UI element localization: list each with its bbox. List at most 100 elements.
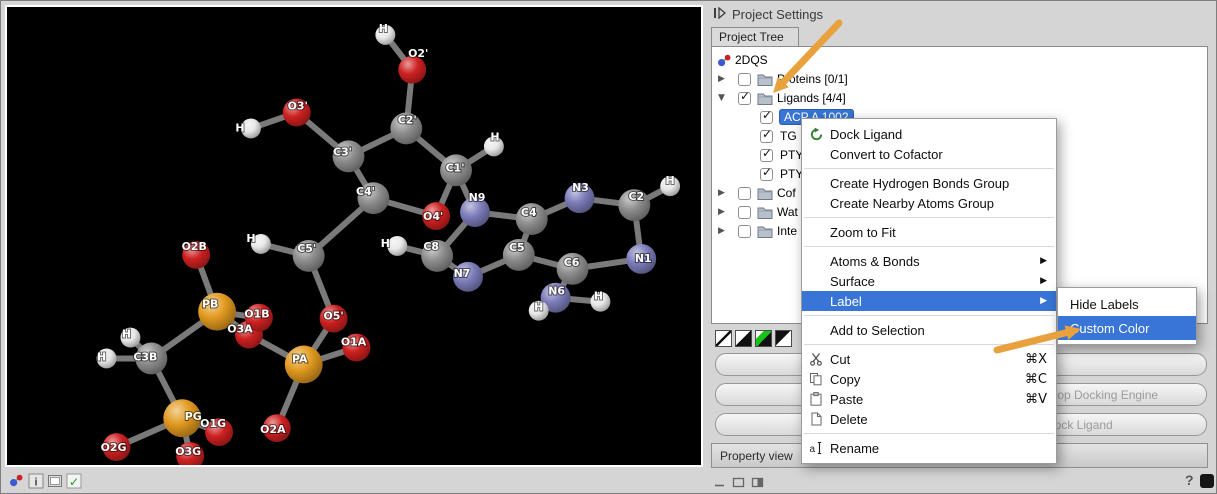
collapse-panel-icon[interactable] bbox=[713, 7, 726, 22]
svg-text:C2: C2 bbox=[628, 190, 644, 203]
expand-branch-icon[interactable]: ▶ bbox=[718, 207, 725, 217]
render-mode-wire-icon[interactable] bbox=[715, 330, 732, 347]
render-mode-dark-icon[interactable] bbox=[775, 330, 792, 347]
menu-item-atoms-bonds[interactable]: Atoms & Bonds ▶ bbox=[802, 251, 1056, 271]
svg-text:H: H bbox=[97, 350, 106, 363]
tree-checkbox[interactable]: ✓ bbox=[738, 92, 751, 105]
help-button[interactable]: ? bbox=[1185, 472, 1194, 488]
collapse-branch-icon[interactable]: ▼ bbox=[718, 93, 725, 103]
panel-toggle-icon[interactable] bbox=[1200, 474, 1214, 488]
render-mode-half-icon[interactable] bbox=[735, 330, 752, 347]
tab-project-tree[interactable]: Project Tree bbox=[711, 27, 799, 47]
submenu-arrow-icon: ▶ bbox=[1040, 256, 1047, 266]
menu-item-label: Cut bbox=[830, 352, 850, 367]
tree-checkbox[interactable] bbox=[738, 73, 751, 86]
tree-checkbox[interactable] bbox=[738, 225, 751, 238]
svg-text:C1': C1' bbox=[446, 161, 465, 174]
grid-icon[interactable] bbox=[47, 473, 64, 490]
menu-item-paste[interactable]: Paste⌘V bbox=[802, 389, 1056, 409]
menu-item-add-to-selection[interactable]: Add to Selection bbox=[802, 320, 1056, 340]
menu-item-convert-to-cofactor[interactable]: Convert to Cofactor bbox=[802, 144, 1056, 164]
expand-branch-icon[interactable]: ▶ bbox=[718, 74, 725, 84]
menu-item-label: Dock Ligand bbox=[830, 127, 902, 142]
tree-item-label[interactable]: Wat bbox=[777, 205, 798, 219]
svg-text:i: i bbox=[35, 477, 38, 489]
tree-item-label[interactable]: PTY bbox=[780, 167, 803, 181]
svg-text:N3: N3 bbox=[572, 181, 589, 194]
submenu-item-custom-color[interactable]: Custom Color bbox=[1058, 316, 1196, 340]
tab-label: Project Tree bbox=[719, 30, 784, 44]
rename-icon: a bbox=[809, 441, 830, 456]
tree-checkbox[interactable]: ✓ bbox=[760, 111, 773, 124]
menu-icon-spacer bbox=[809, 294, 830, 309]
menu-separator bbox=[804, 168, 1054, 169]
menu-item-create-hydrogen-bonds-group[interactable]: Create Hydrogen Bonds Group bbox=[802, 173, 1056, 193]
menu-shortcut: ⌘X bbox=[1025, 352, 1047, 367]
tree-item-label[interactable]: Ligands [4/4] bbox=[777, 91, 846, 105]
molecule-render: HO2'O3'HC2'HC3'C1'C4'O4'N9N3C2HC4HC8HC5N… bbox=[7, 7, 701, 465]
menu-shortcut: ⌘V bbox=[1025, 392, 1047, 407]
menu-separator bbox=[804, 246, 1054, 247]
menu-item-zoom-to-fit[interactable]: Zoom to Fit bbox=[802, 222, 1056, 242]
menu-item-dock-ligand[interactable]: Dock Ligand bbox=[802, 124, 1056, 144]
tree-item-label[interactable]: Proteins [0/1] bbox=[777, 72, 848, 86]
menu-shortcut: ⌘C bbox=[1025, 372, 1047, 387]
svg-text:PG: PG bbox=[185, 410, 202, 423]
menu-item-label: Atoms & Bonds bbox=[830, 254, 920, 269]
submenu-item-label: Custom Color bbox=[1070, 321, 1149, 336]
tree-checkbox[interactable]: ✓ bbox=[760, 130, 773, 143]
menu-item-copy[interactable]: Copy⌘C bbox=[802, 369, 1056, 389]
menu-separator bbox=[804, 315, 1054, 316]
split-icon[interactable] bbox=[751, 475, 768, 492]
check-icon[interactable]: ✓ bbox=[66, 473, 83, 490]
menu-item-cut[interactable]: Cut ⌘X bbox=[802, 349, 1056, 369]
dock-ligand-icon bbox=[809, 127, 830, 142]
svg-text:O3G: O3G bbox=[175, 445, 201, 458]
tree-row[interactable]: ▼ ✓ Ligands [4/4] bbox=[712, 89, 1207, 108]
svg-text:H: H bbox=[122, 328, 131, 341]
svg-text:C6: C6 bbox=[564, 256, 580, 269]
svg-text:H: H bbox=[490, 130, 499, 143]
svg-text:H: H bbox=[379, 22, 388, 35]
svg-text:H: H bbox=[534, 301, 543, 314]
project-settings-header[interactable]: Project Settings bbox=[713, 6, 823, 22]
tree-checkbox[interactable] bbox=[738, 187, 751, 200]
svg-text:O5': O5' bbox=[323, 310, 343, 323]
tree-item-label[interactable]: Inte bbox=[777, 224, 797, 238]
svg-text:O2': O2' bbox=[408, 47, 428, 60]
tree-checkbox[interactable]: ✓ bbox=[760, 149, 773, 162]
menu-item-create-nearby-atoms-group[interactable]: Create Nearby Atoms Group bbox=[802, 193, 1056, 213]
menu-item-label[interactable]: Label▶ bbox=[802, 291, 1056, 311]
tree-checkbox[interactable]: ✓ bbox=[760, 168, 773, 181]
menu-item-rename[interactable]: aRename bbox=[802, 438, 1056, 458]
molecule-icon[interactable] bbox=[9, 473, 26, 490]
svg-text:H: H bbox=[381, 237, 390, 250]
expand-branch-icon[interactable]: ▶ bbox=[718, 188, 725, 198]
menu-item-label: Add to Selection bbox=[830, 323, 925, 338]
minimize-icon[interactable] bbox=[713, 475, 730, 492]
menu-item-delete[interactable]: Delete bbox=[802, 409, 1056, 429]
tree-row[interactable]: 2DQS bbox=[712, 51, 1207, 70]
expand-branch-icon[interactable]: ▶ bbox=[718, 226, 725, 236]
tree-item-label[interactable]: PTY bbox=[780, 148, 803, 162]
tree-row[interactable]: ▶ Proteins [0/1] bbox=[712, 70, 1207, 89]
molecular-viewport[interactable]: HO2'O3'HC2'HC3'C1'C4'O4'N9N3C2HC4HC8HC5N… bbox=[5, 5, 703, 467]
paste-icon bbox=[809, 392, 830, 407]
tree-root-label: 2DQS bbox=[735, 53, 768, 67]
tree-checkbox[interactable] bbox=[738, 206, 751, 219]
menu-item-label: Create Nearby Atoms Group bbox=[830, 196, 994, 211]
panel-title: Project Settings bbox=[732, 7, 823, 22]
tree-item-label[interactable]: TG bbox=[780, 129, 797, 143]
info-icon[interactable]: i bbox=[28, 473, 45, 490]
submenu-item-hide-labels[interactable]: Hide Labels bbox=[1058, 292, 1196, 316]
folder-icon bbox=[757, 206, 773, 222]
window-icon[interactable] bbox=[732, 475, 749, 492]
svg-text:H: H bbox=[235, 121, 244, 134]
tree-item-label[interactable]: Cof bbox=[777, 186, 796, 200]
menu-separator bbox=[804, 433, 1054, 434]
menu-item-surface[interactable]: Surface▶ bbox=[802, 271, 1056, 291]
svg-text:PB: PB bbox=[202, 298, 218, 311]
svg-text:C3B: C3B bbox=[133, 350, 157, 363]
menu-item-label: Convert to Cofactor bbox=[830, 147, 943, 162]
render-mode-green-icon[interactable] bbox=[755, 330, 772, 347]
